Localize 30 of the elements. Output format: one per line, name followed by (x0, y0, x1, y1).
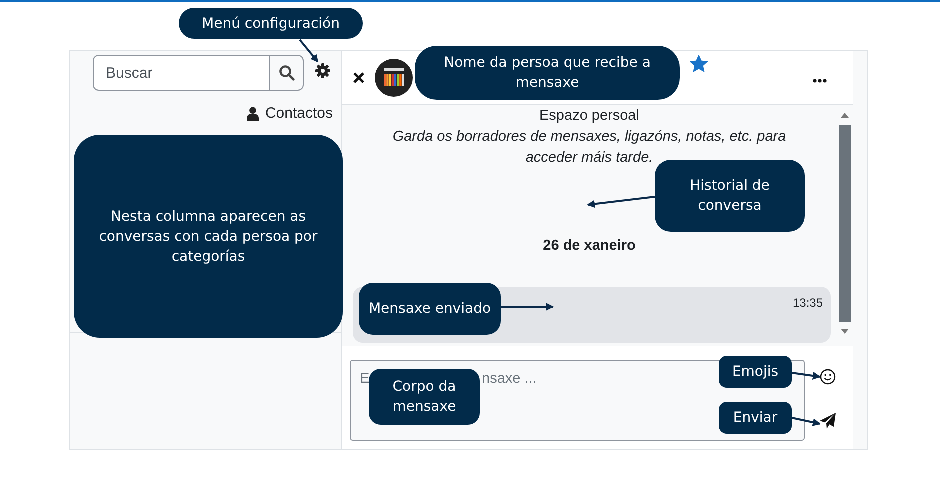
settings-icon[interactable] (315, 63, 331, 79)
callout: Emojis (719, 356, 792, 388)
arrow (299, 39, 319, 63)
search-field[interactable]: Buscar (93, 55, 270, 91)
conversation-title: Espazo persoal (540, 108, 640, 124)
search-icon (278, 65, 294, 81)
person-icon (247, 106, 260, 120)
arrow (587, 196, 656, 208)
callout: Menú configuración (179, 8, 363, 39)
date-heading: 26 de xaneiro (543, 238, 636, 254)
callout: Historial de conversa (655, 160, 805, 232)
avatar-icon (375, 58, 413, 96)
arrow (792, 372, 821, 380)
callout: Corpo da mensaxe (369, 369, 480, 425)
callout: Enviar (719, 402, 792, 434)
star-icon[interactable] (690, 54, 708, 72)
contacts-link[interactable]: Contactos (247, 105, 333, 122)
more-icon[interactable] (813, 78, 827, 82)
callout: Nome da persoa que recibe a mensaxe (415, 46, 680, 100)
search-button[interactable] (270, 55, 304, 91)
placeholder-text: E (360, 371, 370, 387)
message-time: 13:35 (792, 296, 823, 312)
smiley-icon[interactable] (820, 369, 836, 385)
close-icon[interactable] (353, 72, 365, 84)
placeholder-text: nsaxe ... (482, 371, 537, 387)
callout: Nesta columna aparecen as conversas con cada persoa por categorías (74, 135, 343, 338)
send-icon[interactable] (820, 413, 836, 429)
arrow (792, 417, 821, 426)
callout: Mensaxe enviado (359, 283, 501, 335)
arrow (501, 303, 554, 311)
